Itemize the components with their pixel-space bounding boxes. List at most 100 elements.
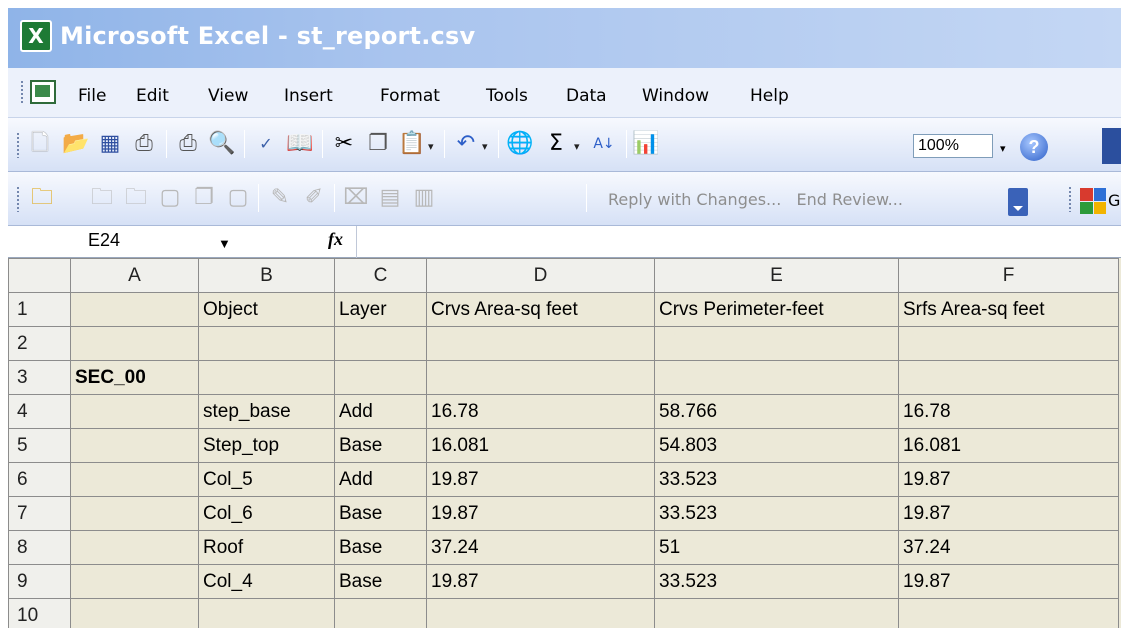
hyperlink-icon[interactable]: 🌐: [506, 130, 534, 158]
paste-icon[interactable]: 📋: [398, 130, 426, 158]
cell-e10[interactable]: [654, 598, 899, 628]
google-toolbar-icon[interactable]: [1080, 188, 1106, 214]
cell-d4[interactable]: 16.78: [426, 394, 655, 429]
zoom-dropdown-icon[interactable]: ▾: [1000, 142, 1006, 155]
cell-c1[interactable]: Layer: [334, 292, 427, 327]
menu-file[interactable]: File: [78, 86, 106, 106]
paste-dropdown-icon[interactable]: ▾: [428, 140, 434, 153]
cell-f3[interactable]: [898, 360, 1119, 395]
cell-a9[interactable]: [70, 564, 199, 599]
cell-a3[interactable]: SEC_00: [70, 360, 199, 395]
cell-e1[interactable]: Crvs Perimeter-feet: [654, 292, 899, 327]
cell-b6[interactable]: Col_5: [198, 462, 335, 497]
menu-window[interactable]: Window: [642, 86, 709, 106]
spreadsheet-grid[interactable]: A B C D E F 1 Object Layer Crvs Area-sq …: [8, 258, 1119, 628]
cell-a1[interactable]: [70, 292, 199, 327]
cell-e4[interactable]: 58.766: [654, 394, 899, 429]
cell-c9[interactable]: Base: [334, 564, 427, 599]
cell-d6[interactable]: 19.87: [426, 462, 655, 497]
row-header[interactable]: 2: [8, 326, 71, 361]
name-box[interactable]: E24: [88, 230, 120, 251]
menu-help[interactable]: Help: [750, 86, 789, 106]
row-header[interactable]: 4: [8, 394, 71, 429]
cell-a4[interactable]: [70, 394, 199, 429]
cell-d3[interactable]: [426, 360, 655, 395]
menu-insert[interactable]: Insert: [284, 86, 333, 106]
cell-d8[interactable]: 37.24: [426, 530, 655, 565]
sort-ascending-icon[interactable]: A↓: [590, 130, 618, 158]
cell-e7[interactable]: 33.523: [654, 496, 899, 531]
cell-a8[interactable]: [70, 530, 199, 565]
cell-b7[interactable]: Col_6: [198, 496, 335, 531]
cell-f9[interactable]: 19.87: [898, 564, 1119, 599]
row-header[interactable]: 3: [8, 360, 71, 395]
cell-b4[interactable]: step_base: [198, 394, 335, 429]
workbook-icon[interactable]: [30, 80, 56, 104]
google-toolbar-label[interactable]: Go: [1108, 191, 1121, 210]
cell-f5[interactable]: 16.081: [898, 428, 1119, 463]
row-header[interactable]: 8: [8, 530, 71, 565]
cell-d7[interactable]: 19.87: [426, 496, 655, 531]
cut-icon[interactable]: ✂: [330, 130, 358, 158]
row-header[interactable]: 1: [8, 292, 71, 327]
cell-c4[interactable]: Add: [334, 394, 427, 429]
cell-c10[interactable]: [334, 598, 427, 628]
cell-d2[interactable]: [426, 326, 655, 361]
column-header-f[interactable]: F: [898, 258, 1119, 293]
cell-e6[interactable]: 33.523: [654, 462, 899, 497]
name-box-dropdown-icon[interactable]: ▼: [218, 236, 231, 251]
toolbar-options-icon[interactable]: [1008, 188, 1028, 216]
toolbar-grip[interactable]: [16, 186, 20, 212]
menu-format[interactable]: Format: [380, 86, 440, 106]
column-header-b[interactable]: B: [198, 258, 335, 293]
toolbar-grip[interactable]: [16, 132, 20, 158]
cell-b3[interactable]: [198, 360, 335, 395]
cell-a7[interactable]: [70, 496, 199, 531]
cell-e2[interactable]: [654, 326, 899, 361]
cell-c2[interactable]: [334, 326, 427, 361]
undo-icon[interactable]: ↶: [452, 130, 480, 158]
column-header-c[interactable]: C: [334, 258, 427, 293]
cell-f2[interactable]: [898, 326, 1119, 361]
cell-b2[interactable]: [198, 326, 335, 361]
cell-b8[interactable]: Roof: [198, 530, 335, 565]
cell-c6[interactable]: Add: [334, 462, 427, 497]
fx-icon[interactable]: fx: [328, 229, 343, 250]
research-icon[interactable]: 📖: [286, 130, 314, 158]
print-icon[interactable]: ⎙: [174, 130, 202, 158]
cell-c3[interactable]: [334, 360, 427, 395]
cell-f8[interactable]: 37.24: [898, 530, 1119, 565]
cell-e3[interactable]: [654, 360, 899, 395]
save-icon[interactable]: ▦: [96, 130, 124, 158]
cell-b1[interactable]: Object: [198, 292, 335, 327]
copy-icon[interactable]: ❐: [364, 130, 392, 158]
print-preview-icon[interactable]: 🔍: [208, 130, 236, 158]
column-header-a[interactable]: A: [70, 258, 199, 293]
cell-b5[interactable]: Step_top: [198, 428, 335, 463]
autosum-dropdown-icon[interactable]: ▾: [574, 140, 580, 153]
cell-f4[interactable]: 16.78: [898, 394, 1119, 429]
autosum-icon[interactable]: Σ: [542, 130, 570, 158]
cell-f1[interactable]: Srfs Area-sq feet: [898, 292, 1119, 327]
spelling-icon[interactable]: ✓: [252, 130, 280, 158]
cell-d5[interactable]: 16.081: [426, 428, 655, 463]
help-icon[interactable]: ?: [1020, 133, 1048, 161]
zoom-box[interactable]: 100%: [913, 134, 993, 158]
open-icon[interactable]: 📂: [62, 130, 90, 158]
cell-e9[interactable]: 33.523: [654, 564, 899, 599]
cell-c5[interactable]: Base: [334, 428, 427, 463]
menu-view[interactable]: View: [208, 86, 248, 106]
cell-b9[interactable]: Col_4: [198, 564, 335, 599]
title-bar[interactable]: X Microsoft Excel - st_report.csv: [8, 8, 1121, 68]
chart-wizard-icon[interactable]: 📊: [632, 130, 660, 158]
select-all-corner[interactable]: [8, 258, 71, 293]
cell-e5[interactable]: 54.803: [654, 428, 899, 463]
row-header[interactable]: 7: [8, 496, 71, 531]
row-header[interactable]: 6: [8, 462, 71, 497]
column-header-e[interactable]: E: [654, 258, 899, 293]
excel-icon[interactable]: X: [20, 20, 52, 52]
new-icon[interactable]: 🗋: [26, 130, 54, 158]
cell-d1[interactable]: Crvs Area-sq feet: [426, 292, 655, 327]
cell-c7[interactable]: Base: [334, 496, 427, 531]
menubar-grip[interactable]: [20, 80, 24, 104]
